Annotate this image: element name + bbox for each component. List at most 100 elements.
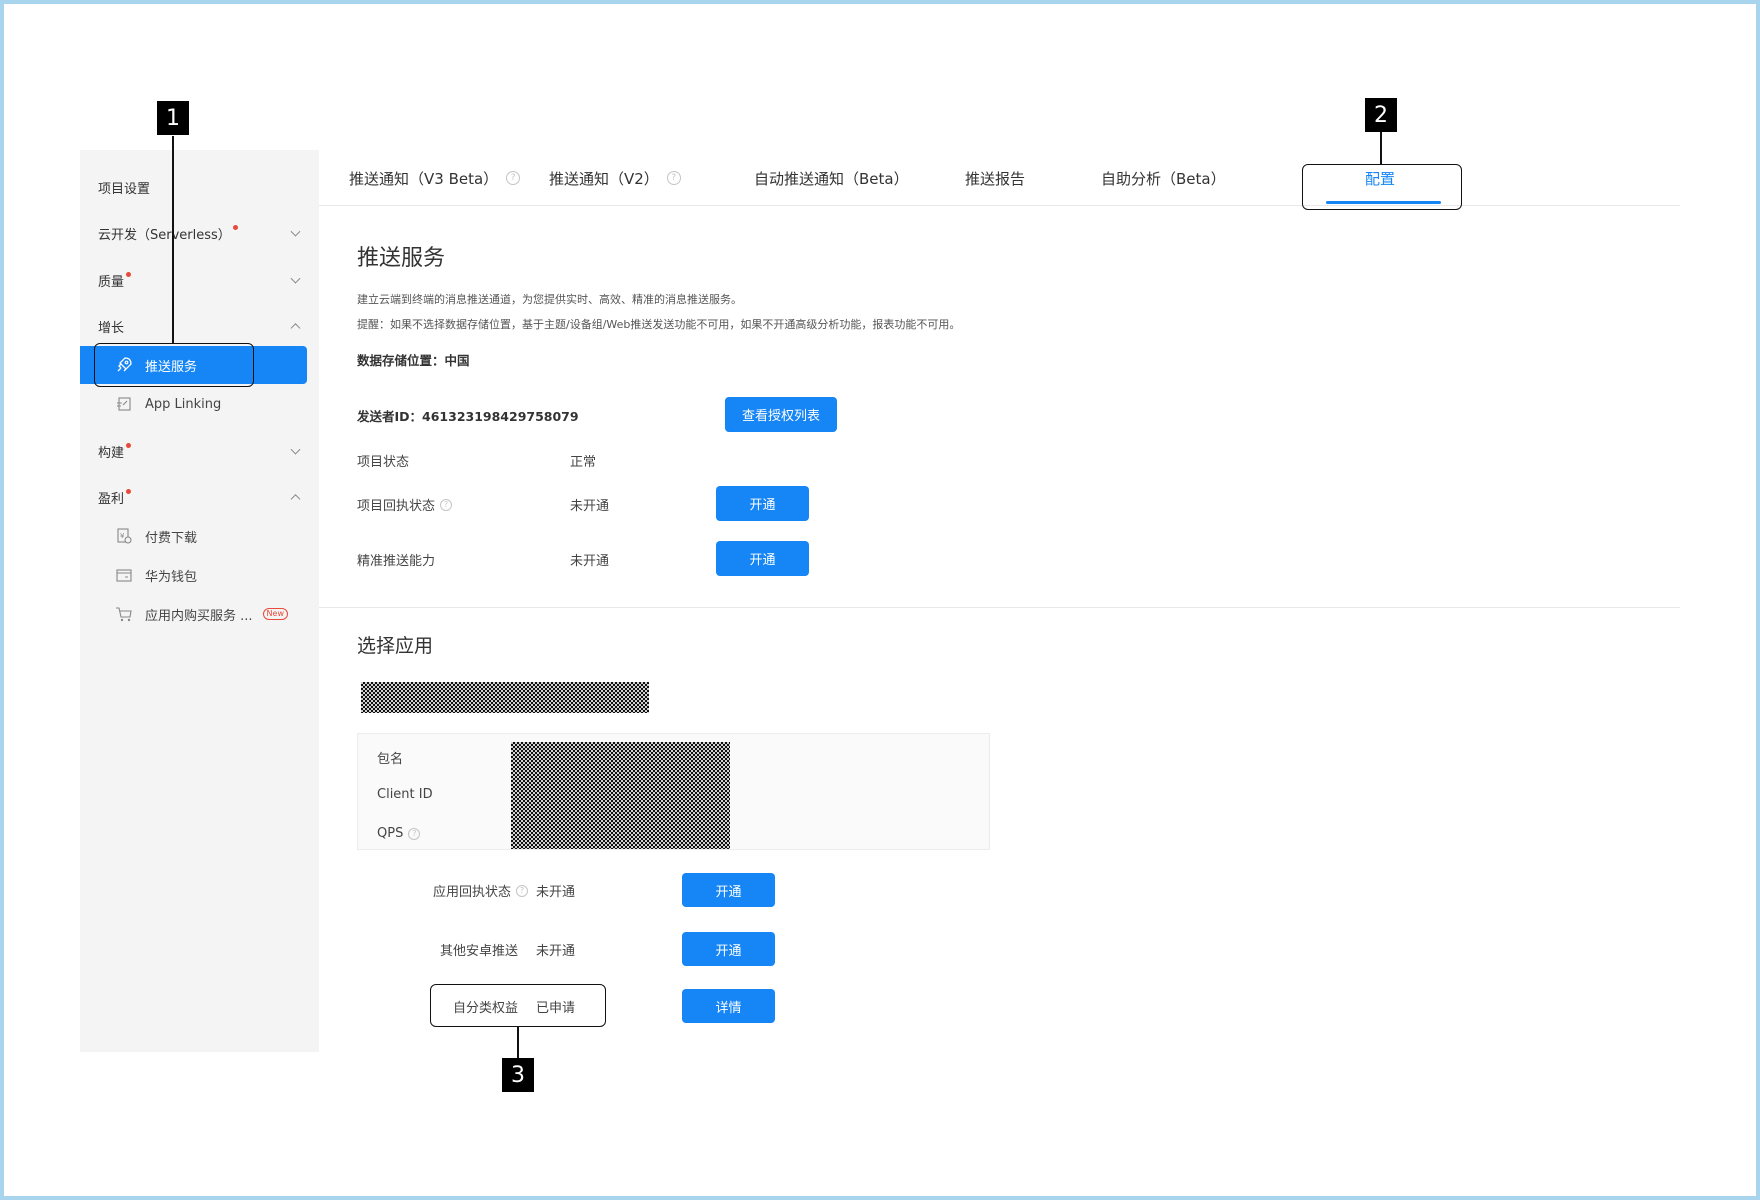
cart-icon xyxy=(114,604,134,624)
section-title-select-app: 选择应用 xyxy=(357,635,434,657)
info-label-text: QPS xyxy=(377,826,404,841)
sidebar-item-quality[interactable]: 质量 xyxy=(80,261,319,299)
info-label-text: Client ID xyxy=(377,787,433,802)
row-label: 项目状态 xyxy=(357,455,410,470)
chevron-up-icon xyxy=(290,323,301,334)
tab-self-analysis[interactable]: 自助分析（Beta） xyxy=(1101,150,1226,206)
help-icon[interactable]: ? xyxy=(506,171,521,185)
sidebar-item-label: 应用内购买服务 ... xyxy=(145,608,253,624)
sidebar-item-paid-download[interactable]: ¥ 付费下载 xyxy=(80,517,319,555)
sidebar-item-label: App Linking xyxy=(145,396,222,412)
tab-push-v2[interactable]: 推送通知（V2） ? xyxy=(549,150,681,206)
sidebar-item-label: 质量 xyxy=(98,274,125,290)
enable-precise-push-button[interactable]: 开通 xyxy=(716,541,809,576)
project-status-value: 正常 xyxy=(570,455,597,470)
sender-id: 发送者ID：461323198429758079 xyxy=(357,409,579,424)
sidebar-item-project-settings[interactable]: 项目设置 xyxy=(80,168,319,206)
help-icon[interactable]: ? xyxy=(408,827,421,840)
tab-label: 自助分析（Beta） xyxy=(1101,169,1226,188)
notification-dot xyxy=(126,488,132,494)
tab-label: 自动推送通知（Beta） xyxy=(754,169,909,188)
callout-box-3 xyxy=(430,984,606,1027)
details-button[interactable]: 详情 xyxy=(682,989,775,1023)
callout-number-2: 2 xyxy=(1365,98,1397,132)
enable-other-android-push-button[interactable]: 开通 xyxy=(682,932,775,966)
sidebar: 项目设置 云开发（Serverless） 质量 增长 推送服务 App Link… xyxy=(80,150,319,1052)
qps-label: QPS ? xyxy=(377,826,421,841)
new-badge: New xyxy=(262,608,288,620)
service-reminder: 提醒：如果不选择数据存储位置，基于主题/设备组/Web推送发送功能不可用，如果不… xyxy=(357,318,961,331)
app-receipt-value: 未开通 xyxy=(536,885,576,900)
client-id-label: Client ID xyxy=(377,787,433,802)
precise-push-label: 精准推送能力 xyxy=(357,550,435,569)
app-info-redacted xyxy=(511,742,730,849)
chevron-down-icon xyxy=(290,444,301,455)
precise-push-value: 未开通 xyxy=(570,554,610,569)
enable-project-receipt-button[interactable]: 开通 xyxy=(716,486,809,521)
section-divider xyxy=(319,607,1680,608)
wallet-icon xyxy=(114,565,134,585)
other-android-push-value: 未开通 xyxy=(536,944,576,959)
main-content: 推送通知（V3 Beta） ? 推送通知（V2） ? 自动推送通知（Beta） … xyxy=(319,150,1680,1052)
help-icon[interactable]: ? xyxy=(440,498,453,511)
tab-label: 推送通知（V3 Beta） xyxy=(349,169,499,188)
sidebar-item-label: 盈利 xyxy=(98,491,125,507)
callout-box-2 xyxy=(1302,164,1462,210)
other-android-push-label: 其他安卓推送 xyxy=(418,940,518,959)
sidebar-item-serverless[interactable]: 云开发（Serverless） xyxy=(80,214,319,252)
help-icon[interactable]: ? xyxy=(666,171,681,185)
sidebar-item-label: 项目设置 xyxy=(98,181,151,197)
sidebar-item-label: 增长 xyxy=(98,320,125,336)
info-label-text: 包名 xyxy=(377,752,404,767)
row-label: 应用回执状态 xyxy=(432,885,511,900)
paid-download-icon: ¥ xyxy=(114,526,134,546)
help-icon[interactable]: ? xyxy=(516,884,528,897)
callout-number-3: 3 xyxy=(502,1058,534,1092)
tab-push-report[interactable]: 推送报告 xyxy=(965,150,1025,206)
svg-text:¥: ¥ xyxy=(120,532,125,540)
chevron-up-icon xyxy=(290,494,301,505)
console-screen: 项目设置 云开发（Serverless） 质量 增长 推送服务 App Link… xyxy=(80,150,1680,1052)
sidebar-item-growth[interactable]: 增长 xyxy=(80,307,319,345)
callout-number-1: 1 xyxy=(157,101,189,135)
sidebar-item-huawei-wallet[interactable]: 华为钱包 xyxy=(80,556,319,594)
row-label: 精准推送能力 xyxy=(357,554,436,569)
project-receipt-label: 项目回执状态 ? xyxy=(357,495,453,514)
callout-line-1 xyxy=(172,136,174,343)
callout-box-1 xyxy=(94,343,254,387)
project-receipt-value: 未开通 xyxy=(570,499,610,514)
callout-line-3 xyxy=(517,1027,519,1058)
chevron-down-icon xyxy=(290,226,301,237)
app-info-box: 包名 Client ID QPS ? xyxy=(357,733,990,850)
sidebar-item-label: 云开发（Serverless） xyxy=(98,227,231,243)
sidebar-item-label: 构建 xyxy=(98,445,125,461)
app-select-dropdown-redacted[interactable] xyxy=(361,682,649,713)
tab-bar: 推送通知（V3 Beta） ? 推送通知（V2） ? 自动推送通知（Beta） … xyxy=(319,150,1680,206)
view-auth-list-button[interactable]: 查看授权列表 xyxy=(725,397,837,432)
storage-location: 数据存储位置：中国 xyxy=(357,353,470,368)
row-label: 项目回执状态 xyxy=(357,499,436,514)
sidebar-item-build[interactable]: 构建 xyxy=(80,432,319,470)
section-title-push-service: 推送服务 xyxy=(357,246,446,271)
app-receipt-label: 应用回执状态 ? xyxy=(418,881,528,900)
tab-label: 推送报告 xyxy=(965,169,1026,188)
project-status-label: 项目状态 xyxy=(357,451,409,470)
enable-app-receipt-button[interactable]: 开通 xyxy=(682,873,775,907)
sidebar-item-monetize[interactable]: 盈利 xyxy=(80,478,319,516)
sidebar-item-app-linking[interactable]: App Linking xyxy=(80,385,319,423)
link-icon xyxy=(114,394,134,414)
service-description: 建立云端到终端的消息推送通道，为您提供实时、高效、精准的消息推送服务。 xyxy=(357,293,742,306)
chevron-down-icon xyxy=(290,273,301,284)
sidebar-item-label: 华为钱包 xyxy=(145,569,198,585)
sidebar-item-iap[interactable]: 应用内购买服务 ... New xyxy=(80,595,319,633)
tab-label: 推送通知（V2） xyxy=(549,169,659,188)
notification-dot xyxy=(126,271,132,277)
notification-dot xyxy=(232,224,238,230)
row-label: 其他安卓推送 xyxy=(439,944,518,959)
sidebar-item-label: 付费下载 xyxy=(145,530,198,546)
package-name-label: 包名 xyxy=(377,748,403,767)
notification-dot xyxy=(126,442,132,448)
tab-auto-push[interactable]: 自动推送通知（Beta） xyxy=(754,150,909,206)
tab-push-v3[interactable]: 推送通知（V3 Beta） ? xyxy=(349,150,521,206)
callout-line-2 xyxy=(1380,132,1382,164)
